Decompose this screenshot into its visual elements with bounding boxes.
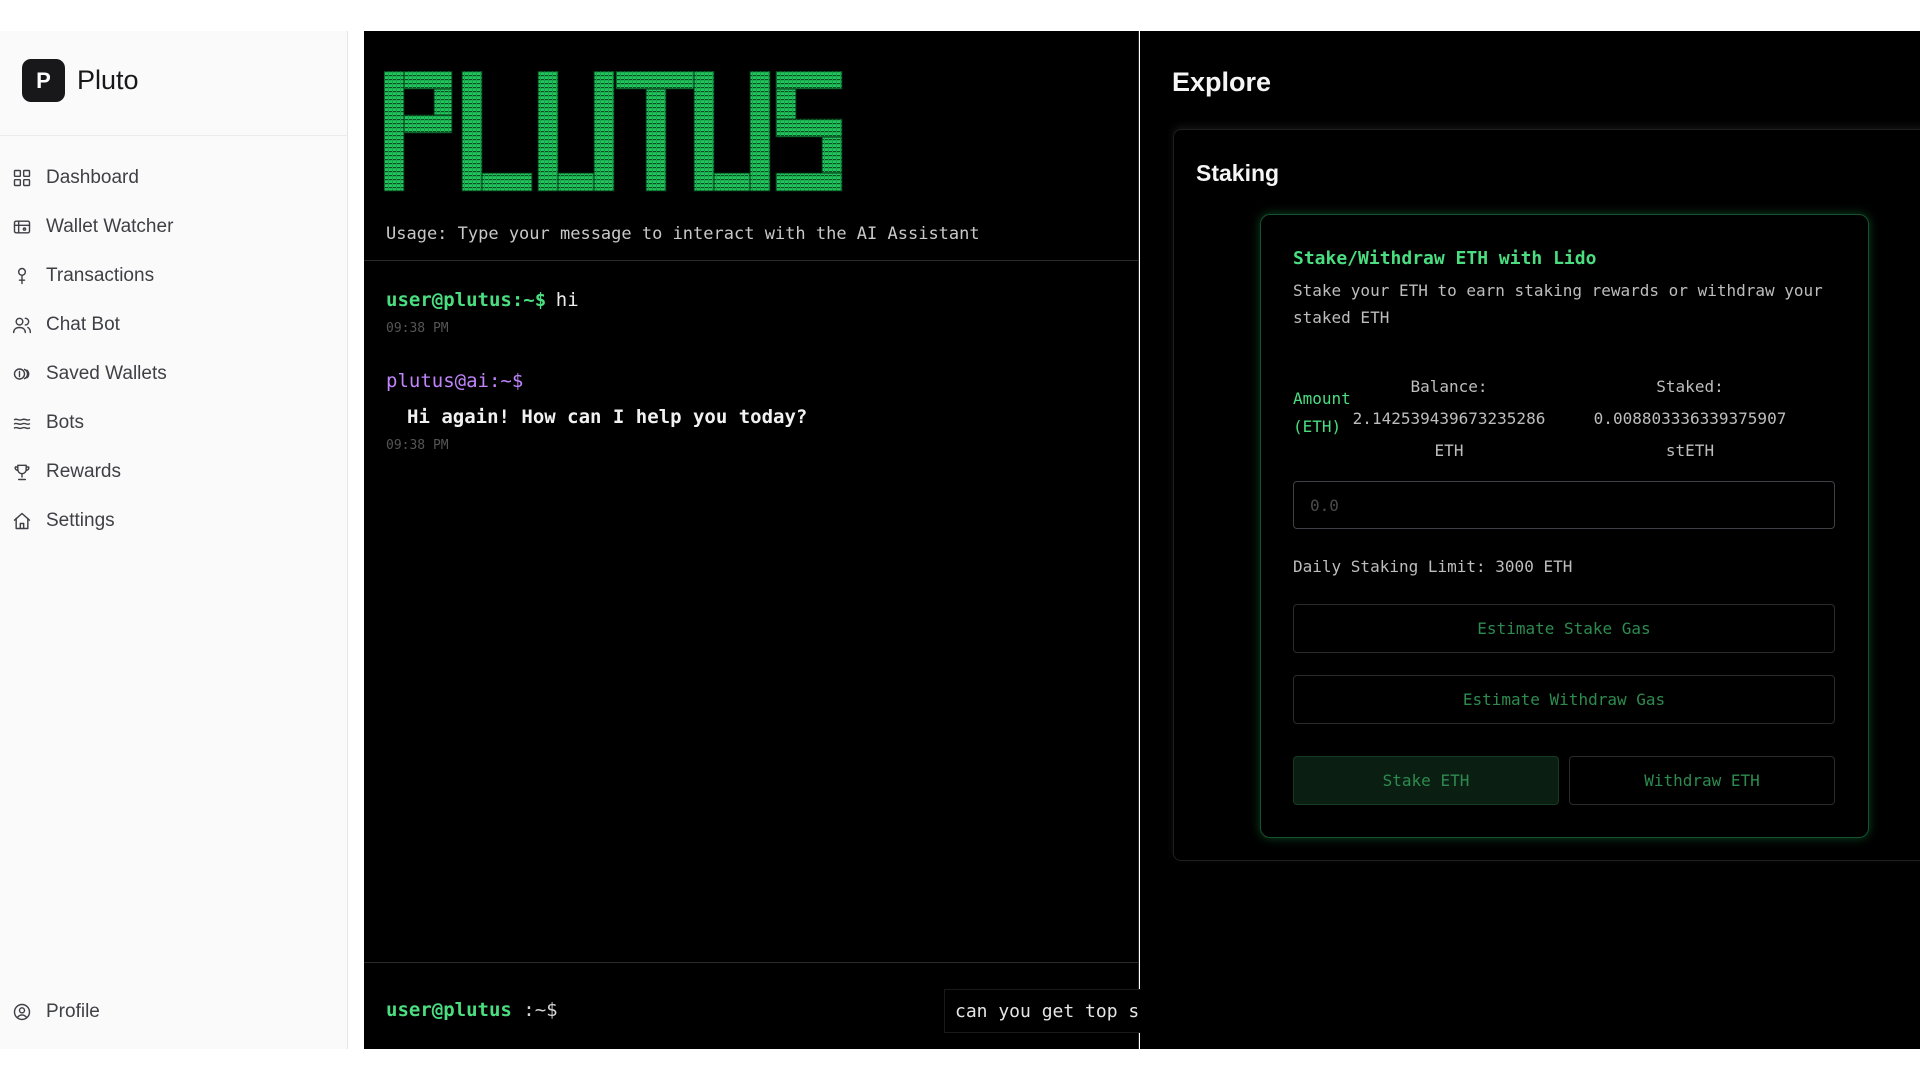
banner-art bbox=[383, 70, 843, 192]
sidebar-item-label: Settings bbox=[46, 509, 115, 531]
sidebar-nav: Dashboard Wallet Watcher Transactions Ch… bbox=[0, 153, 348, 545]
profile-label: Profile bbox=[46, 1000, 100, 1022]
sidebar-item-wallet-watcher[interactable]: Wallet Watcher bbox=[0, 202, 348, 251]
lido-title: Stake/Withdraw ETH with Lido bbox=[1293, 248, 1597, 269]
wallet-icon bbox=[13, 219, 31, 234]
staked-value: 0.008803336339375907 bbox=[1593, 409, 1787, 428]
app-frame: P Pluto Dashboard Wallet Watcher Transac… bbox=[0, 31, 1920, 1049]
sidebar-item-label: Saved Wallets bbox=[46, 362, 167, 384]
sidebar-item-chat-bot[interactable]: Chat Bot bbox=[0, 300, 348, 349]
balance-label: Balance: bbox=[1410, 377, 1488, 396]
staked-unit: stETH bbox=[1665, 441, 1715, 460]
sidebar-item-profile[interactable]: Profile bbox=[0, 987, 100, 1036]
terminal-panel: Usage: Type your message to interact wit… bbox=[364, 31, 1466, 1049]
balance-info: Balance: 2.142539439673235286 ETH bbox=[1329, 371, 1569, 467]
input-divider bbox=[364, 962, 1139, 963]
sidebar-item-settings[interactable]: Settings bbox=[0, 496, 348, 545]
withdraw-eth-button[interactable]: Withdraw ETH bbox=[1569, 756, 1835, 805]
transactions-icon bbox=[17, 267, 27, 284]
message-time: 09:38 PM bbox=[386, 438, 449, 453]
sidebar-item-label: Rewards bbox=[46, 460, 121, 482]
user-circle-icon bbox=[13, 1003, 31, 1020]
plutus-ascii-banner bbox=[383, 70, 844, 199]
terminal-divider bbox=[364, 260, 1139, 261]
sidebar-item-label: Chat Bot bbox=[46, 313, 120, 335]
sidebar-item-transactions[interactable]: Transactions bbox=[0, 251, 348, 300]
brand-logo: P bbox=[22, 59, 65, 102]
coins-icon bbox=[13, 367, 30, 380]
sidebar-item-rewards[interactable]: Rewards bbox=[0, 447, 348, 496]
sidebar-divider bbox=[0, 135, 348, 136]
brand-name: Pluto bbox=[77, 65, 139, 95]
user-prompt: user@plutus:~$ bbox=[386, 289, 547, 311]
staking-card: Staking Stake/Withdraw ETH with Lido Sta… bbox=[1173, 129, 1920, 861]
usage-hint: Usage: Type your message to interact wit… bbox=[386, 224, 980, 244]
chat-message-ai: plutus@ai:~$ Hi again! How can I help yo… bbox=[386, 370, 807, 453]
daily-staking-limit: Daily Staking Limit: 3000 ETH bbox=[1293, 557, 1573, 576]
amount-input[interactable] bbox=[1293, 481, 1835, 529]
lido-description: Stake your ETH to earn staking rewards o… bbox=[1293, 281, 1823, 327]
staked-info: Staked: 0.008803336339375907 stETH bbox=[1570, 371, 1810, 467]
input-prompt: user@plutus :~$ bbox=[386, 999, 558, 1021]
chat-message-user: user@plutus:~$ hi 09:38 PM bbox=[386, 289, 579, 336]
sidebar-item-label: Bots bbox=[46, 411, 85, 433]
message-text: hi bbox=[555, 289, 579, 311]
sidebar-item-saved-wallets[interactable]: Saved Wallets bbox=[0, 349, 348, 398]
explore-panel: Explore Staking Stake/Withdraw ETH with … bbox=[1140, 31, 1920, 1049]
waves-icon bbox=[13, 417, 31, 429]
message-text: Hi again! How can I help you today? bbox=[407, 406, 808, 428]
grid-icon bbox=[13, 169, 31, 186]
sidebar-item-dashboard[interactable]: Dashboard bbox=[0, 153, 348, 202]
sidebar-item-bots[interactable]: Bots bbox=[0, 398, 348, 447]
message-time: 09:38 PM bbox=[386, 321, 449, 336]
lido-stake-card: Stake/Withdraw ETH with Lido Stake your … bbox=[1260, 214, 1869, 838]
estimate-stake-gas-button[interactable]: Estimate Stake Gas bbox=[1293, 604, 1835, 653]
balance-value: 2.142539439673235286 bbox=[1352, 409, 1546, 428]
sidebar-item-label: Wallet Watcher bbox=[46, 215, 174, 237]
home-icon bbox=[13, 512, 31, 529]
users-icon bbox=[12, 317, 32, 333]
sidebar: P Pluto Dashboard Wallet Watcher Transac… bbox=[0, 31, 348, 1049]
staking-title: Staking bbox=[1196, 160, 1280, 186]
explore-title: Explore bbox=[1172, 67, 1272, 97]
input-prompt-user: user@plutus bbox=[386, 999, 512, 1021]
sidebar-item-label: Transactions bbox=[46, 264, 155, 286]
balance-unit: ETH bbox=[1434, 441, 1464, 460]
sidebar-item-label: Dashboard bbox=[46, 166, 139, 188]
brand[interactable]: P Pluto bbox=[22, 59, 139, 102]
staked-label: Staked: bbox=[1656, 377, 1724, 396]
trophy-icon bbox=[14, 464, 30, 480]
input-prompt-tail: :~$ bbox=[511, 999, 558, 1021]
stake-eth-button[interactable]: Stake ETH bbox=[1293, 756, 1559, 805]
ai-prompt: plutus@ai:~$ bbox=[386, 370, 524, 392]
estimate-withdraw-gas-button[interactable]: Estimate Withdraw Gas bbox=[1293, 675, 1835, 724]
